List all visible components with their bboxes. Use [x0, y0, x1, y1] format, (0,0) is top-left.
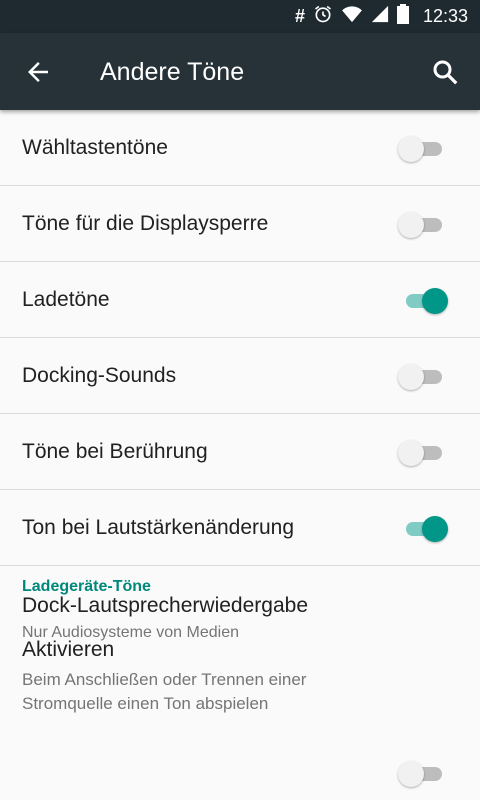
setting-label: Töne für die Displaysperre: [22, 211, 269, 235]
status-bar: # 12:33: [0, 0, 480, 33]
setting-label: Ladetöne: [22, 287, 110, 311]
status-time: 12:33: [422, 6, 468, 26]
setting-charging-sounds[interactable]: Ladetöne: [0, 262, 480, 338]
setting-docking-sounds[interactable]: Docking-Sounds: [0, 338, 480, 414]
toggle-switch[interactable]: [398, 363, 444, 390]
wifi-icon: [341, 5, 363, 28]
search-icon[interactable]: [430, 57, 460, 87]
setting-label: Töne bei Berührung: [22, 439, 208, 463]
toggle-switch[interactable]: [398, 135, 444, 162]
page-title: Andere Töne: [100, 58, 245, 86]
setting-label: Ton bei Lautstärkenänderung: [22, 515, 295, 539]
setting-touch-sounds[interactable]: Töne bei Berührung: [0, 414, 480, 490]
setting-label: Docking-Sounds: [22, 363, 177, 387]
setting-activate[interactable]: Aktivieren Beim Anschließen oder Trennen…: [0, 620, 480, 800]
setting-screen-lock-sounds[interactable]: Töne für die Displaysperre: [0, 186, 480, 262]
setting-summary: Beim Anschließen oder Trennen einer Stro…: [22, 670, 307, 713]
settings-list: Wähltastentöne Töne für die Displaysperr…: [0, 110, 480, 656]
setting-label: Dock-Lautsprecherwiedergabe: [22, 594, 308, 617]
toggle-switch[interactable]: [404, 515, 448, 542]
status-icons: # 12:33: [295, 0, 468, 33]
toggle-switch[interactable]: [398, 211, 444, 238]
toggle-switch[interactable]: [398, 761, 444, 787]
app-bar: Andere Töne: [0, 33, 480, 110]
toggle-switch[interactable]: [398, 439, 444, 466]
setting-label: Aktivieren: [22, 638, 115, 661]
toggle-switch[interactable]: [404, 287, 448, 314]
signal-icon: [371, 5, 389, 28]
hash-icon: #: [294, 6, 305, 26]
alarm-icon: [313, 4, 333, 29]
setting-dial-tones[interactable]: Wähltastentöne: [0, 110, 480, 186]
setting-volume-change-sound[interactable]: Ton bei Lautstärkenänderung: [0, 490, 480, 566]
battery-icon: [396, 4, 409, 29]
section-header: Ladegeräte-Töne: [22, 578, 151, 595]
arrow-back-icon[interactable]: [22, 57, 54, 87]
setting-label: Wähltastentöne: [22, 135, 168, 159]
